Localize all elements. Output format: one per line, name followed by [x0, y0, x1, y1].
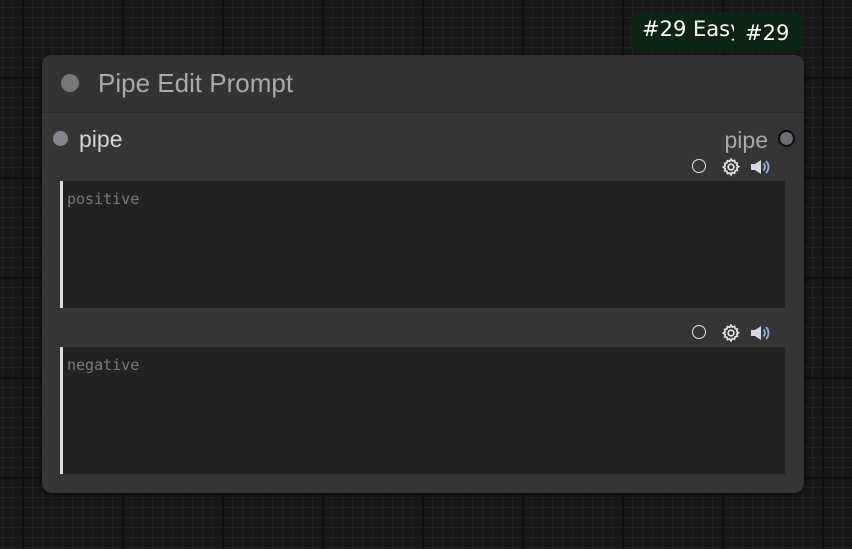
- gear-icon[interactable]: [721, 157, 741, 177]
- negative-prompt-textarea[interactable]: [60, 347, 785, 474]
- pipe-edit-prompt-node[interactable]: Pipe Edit Prompt pipe pipe: [42, 55, 804, 493]
- node-header[interactable]: Pipe Edit Prompt: [42, 55, 804, 113]
- gear-icon[interactable]: [721, 323, 741, 343]
- badge-id-text: #29: [745, 21, 790, 45]
- input-slot-pipe-label: pipe: [79, 126, 123, 152]
- output-slot-pipe-dot[interactable]: [778, 130, 795, 147]
- circle-icon[interactable]: [692, 159, 706, 173]
- speaker-icon[interactable]: [749, 324, 771, 342]
- positive-widget-toolbar: [692, 157, 782, 177]
- collapse-toggle-icon[interactable]: [61, 74, 79, 92]
- circle-icon[interactable]: [692, 325, 706, 339]
- speaker-icon[interactable]: [749, 158, 771, 176]
- positive-prompt-textarea[interactable]: [60, 181, 785, 308]
- node-id-badge: #29 Easy Pipe Edit Prompt #29: [630, 12, 803, 52]
- node-title: Pipe Edit Prompt: [98, 68, 294, 98]
- output-slot-pipe-label: pipe: [724, 127, 768, 153]
- negative-widget-toolbar: [692, 323, 782, 343]
- badge-title-text: #29 Easy Pipe Edit Prompt: [642, 17, 734, 41]
- input-slot-pipe-dot[interactable]: [53, 131, 68, 146]
